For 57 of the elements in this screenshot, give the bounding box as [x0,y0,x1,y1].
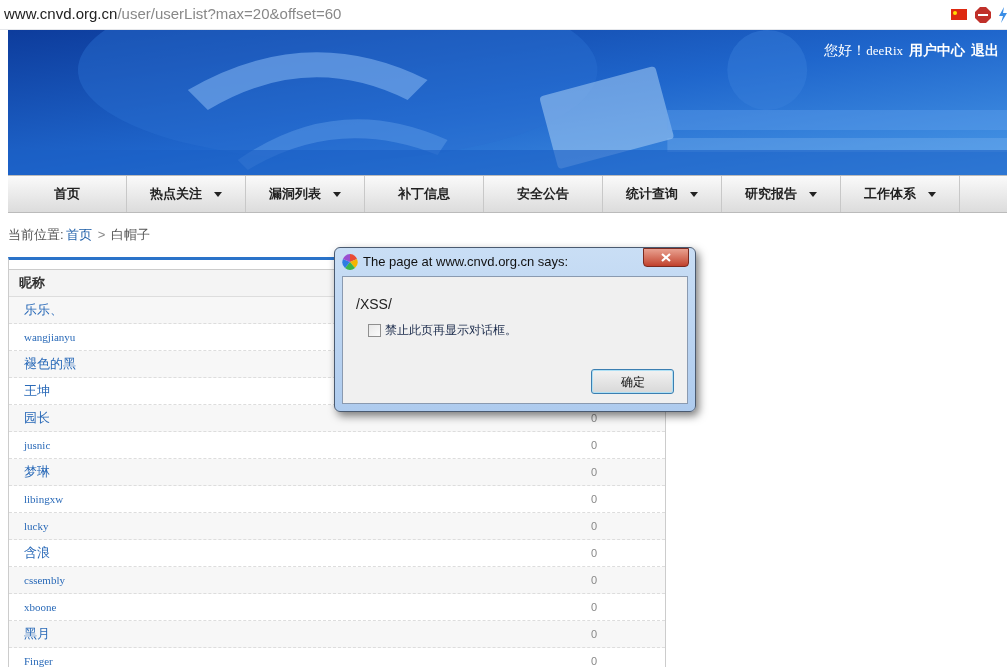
nav-item[interactable]: 统计查询 [603,176,722,212]
nav-item[interactable]: 工作体系 [841,176,960,212]
caret-icon [333,191,341,197]
count-text: 0 [590,518,597,534]
dialog-message: /XSS/ [356,295,392,314]
user-link[interactable]: xboone [9,598,57,616]
ok-button[interactable]: 确定 [591,369,674,394]
count-text: 0 [590,653,597,667]
breadcrumb-separator: > [96,226,107,245]
breadcrumb-current: 白帽子 [111,226,151,245]
count-text: 0 [590,464,597,480]
flag-icon[interactable] [951,9,967,20]
user-link[interactable]: 王坤 [9,381,50,401]
nav-item[interactable]: 热点关注 [127,176,246,212]
user-link[interactable]: jusnic [9,436,51,454]
lightning-icon[interactable] [999,6,1007,23]
user-link[interactable]: Finger [9,652,53,667]
caret-icon [690,191,698,197]
nav-item[interactable]: 补丁信息 [365,176,484,212]
user-link[interactable]: libingxw [9,490,64,508]
count-text: 0 [590,491,597,507]
stop-sign-icon[interactable] [975,6,991,23]
checkbox-label: 禁止此页再显示对话框。 [385,322,517,339]
address-text[interactable]: www.cnvd.org.cn/user/userList?max=20&offset=60 [4,3,342,26]
user-link[interactable]: 黑月 [9,624,50,644]
user-link[interactable]: cssembly [9,571,65,589]
checkbox[interactable] [368,323,381,337]
caret-icon [214,191,222,197]
column-header: 昵称 [19,274,45,293]
user-link[interactable]: 含浪 [9,543,50,563]
nav-item[interactable]: 漏洞列表 [246,176,365,212]
count-text: 0 [590,599,597,615]
count-text: 0 [590,572,597,588]
breadcrumb-label: 当前位置: [8,226,64,245]
greeting-text: 您好！deeRix [824,41,903,60]
count-text: 0 [590,437,597,453]
close-button[interactable] [643,248,689,267]
user-link[interactable]: wangjianyu [9,328,76,346]
nav-item[interactable]: 研究报告 [722,176,841,212]
header-link[interactable]: 用户中心 [909,40,965,61]
header-link[interactable]: 退出 [971,40,999,61]
user-link[interactable]: 褪色的黑 [9,354,76,374]
count-text: 0 [590,410,597,426]
count-text: 0 [590,545,597,561]
user-link[interactable]: 梦琳 [9,462,50,482]
dialog-title: The page at www.cnvd.org.cn says: [363,253,569,272]
caret-icon [928,191,936,197]
nav-item[interactable]: 首页 [8,176,127,212]
user-link[interactable]: lucky [9,517,49,535]
close-icon [661,253,671,262]
nav-item[interactable]: 安全公告 [484,176,603,212]
breadcrumb-link[interactable]: 首页 [65,225,92,245]
user-link[interactable]: 园长 [9,408,50,428]
pinwheel-icon [342,254,358,270]
count-text: 0 [590,626,597,642]
user-link[interactable]: 乐乐、 [9,300,63,320]
caret-icon [809,191,817,197]
